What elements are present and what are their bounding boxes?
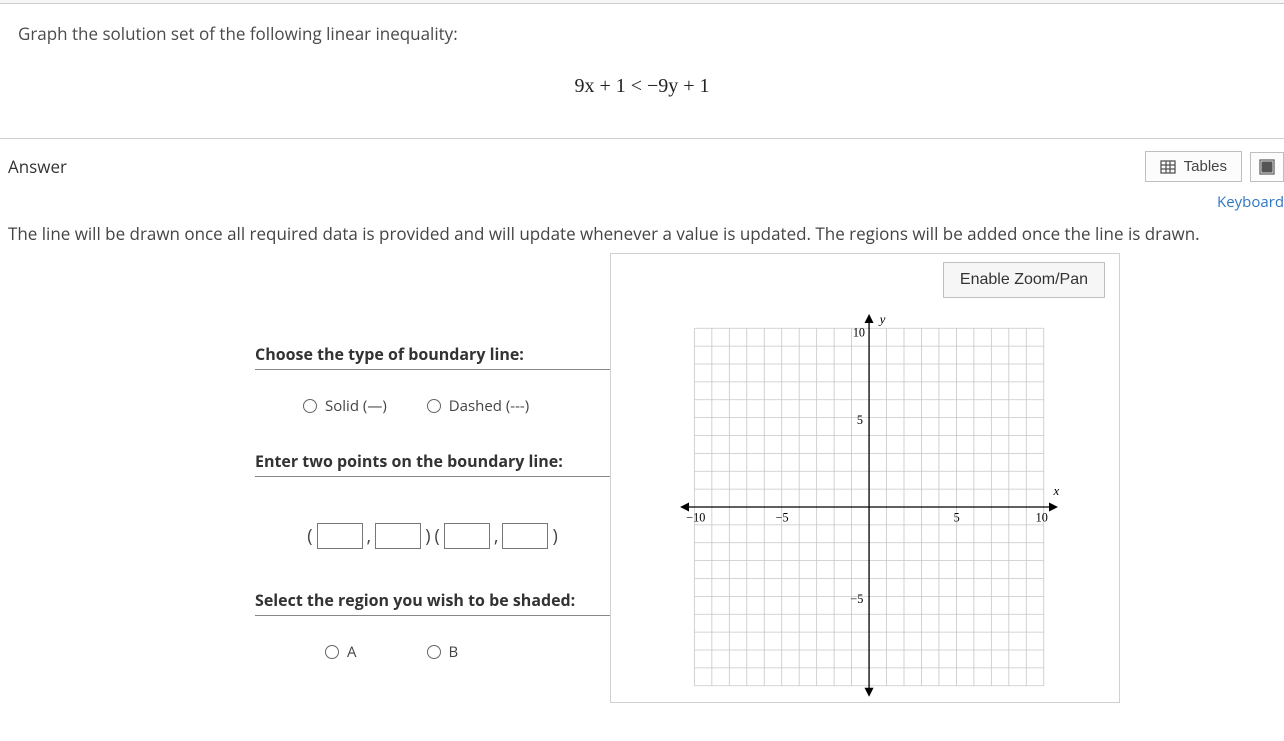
region-a-radio[interactable]: A (325, 642, 357, 662)
point2-y-input[interactable] (502, 523, 548, 549)
tables-button-label: Tables (1184, 158, 1227, 175)
solid-radio-label: Solid (—) (325, 396, 387, 416)
point1-x-input[interactable] (317, 523, 363, 549)
tick-y-5: 5 (857, 413, 863, 427)
point1-y-input[interactable] (375, 523, 421, 549)
open-paren: ( (435, 524, 440, 548)
tables-button[interactable]: Tables (1145, 151, 1242, 182)
region-b-radio[interactable]: B (427, 642, 459, 662)
y-axis-label: y (878, 312, 886, 326)
answer-title: Answer (8, 155, 1145, 178)
point2-x-input[interactable] (444, 523, 490, 549)
question-block: Graph the solution set of the following … (0, 4, 1284, 139)
answer-header: Answer Tables (0, 139, 1284, 188)
close-paren: ) (552, 524, 557, 548)
dashed-radio-label: Dashed (---) (449, 396, 529, 416)
tick-x-neg10: −10 (686, 511, 705, 525)
open-paren: ( (307, 524, 312, 548)
radio-icon (427, 399, 441, 413)
dashed-radio[interactable]: Dashed (---) (427, 396, 529, 416)
table-icon (1160, 159, 1176, 175)
controls-panel: Choose the type of boundary line: Solid … (0, 253, 610, 662)
close-paren: ) (425, 524, 430, 548)
question-prompt: Graph the solution set of the following … (18, 22, 1266, 45)
region-a-label: A (347, 642, 357, 662)
region-b-label: B (449, 642, 459, 662)
points-label: Enter two points on the boundary line: (255, 450, 610, 477)
coordinate-grid[interactable]: y x 10 5 −5 −10 −5 5 10 (625, 312, 1105, 702)
keypad-icon (1259, 159, 1275, 175)
region-label: Select the region you wish to be shaded: (255, 589, 610, 616)
tick-y-neg5: −5 (850, 592, 863, 606)
radio-icon (303, 399, 317, 413)
instructions-text: The line will be drawn once all required… (0, 222, 1284, 245)
radio-icon (325, 645, 339, 659)
comma: , (367, 524, 372, 548)
points-input-row: ( , ) ( , ) (255, 503, 610, 549)
graph-panel: Enable Zoom/Pan y x 10 5 −5 −10 −5 5 (610, 253, 1120, 703)
tick-x-neg5: −5 (776, 511, 789, 525)
keyboard-shortcuts-link[interactable]: Keyboard (0, 192, 1284, 212)
radio-icon (427, 645, 441, 659)
question-equation: 9x + 1 < −9y + 1 (18, 75, 1266, 98)
comma: , (494, 524, 499, 548)
x-axis-label: x (1053, 483, 1060, 498)
keypad-button[interactable] (1250, 152, 1284, 182)
tick-x-5: 5 (954, 511, 960, 525)
solid-radio[interactable]: Solid (—) (303, 396, 387, 416)
tick-x-10: 10 (1036, 511, 1048, 525)
tick-y-10: 10 (853, 325, 865, 339)
zoom-pan-button[interactable]: Enable Zoom/Pan (943, 262, 1105, 298)
boundary-type-label: Choose the type of boundary line: (255, 343, 610, 370)
